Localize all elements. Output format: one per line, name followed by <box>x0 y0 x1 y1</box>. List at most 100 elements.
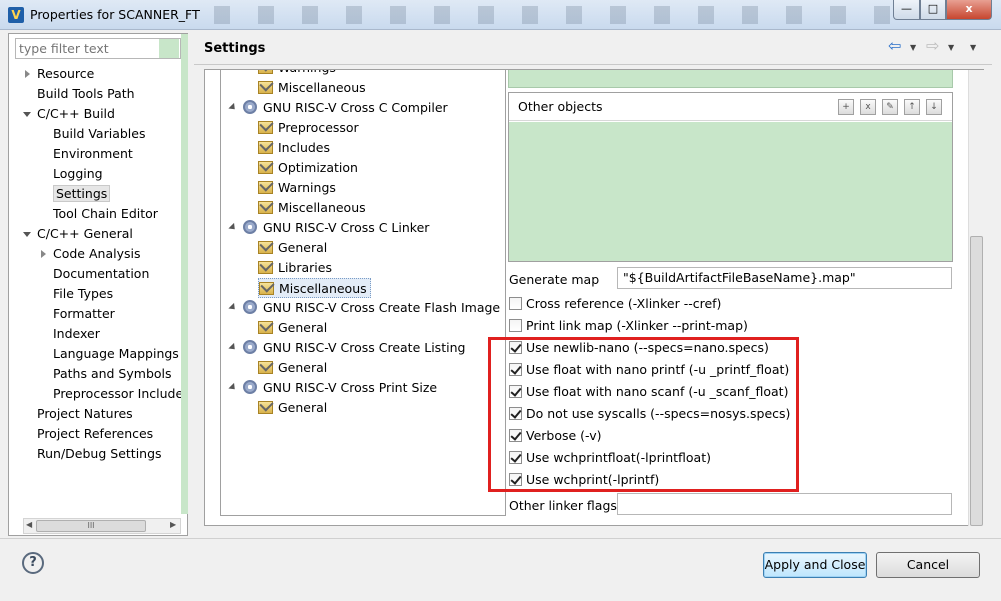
tool-tree-option[interactable]: Miscellaneous <box>258 278 371 298</box>
tool-tree-option[interactable]: General <box>258 238 327 258</box>
tool-tree-option[interactable]: Warnings <box>258 178 336 198</box>
linker-option-checkbox[interactable]: Use wchprint(-lprintf) <box>509 470 659 490</box>
forward-dropdown-icon[interactable]: ▼ <box>948 43 954 52</box>
tool-tree-option[interactable]: Includes <box>258 138 330 158</box>
nav-tree-item[interactable]: Indexer <box>53 324 100 344</box>
expanded-arrow-icon[interactable] <box>228 302 238 313</box>
tool-tree-tool[interactable]: GNU RISC-V Cross C Linker <box>228 218 429 238</box>
tool-tree-tool[interactable]: GNU RISC-V Cross Create Listing <box>228 338 465 358</box>
nav-tree-item[interactable]: Tool Chain Editor <box>53 204 158 224</box>
collapsed-arrow-icon[interactable] <box>41 250 46 258</box>
tree-vertical-scrollbar[interactable] <box>181 34 188 514</box>
move-up-icon[interactable]: ↑ <box>904 99 920 115</box>
nav-tree-item[interactable]: Preprocessor Include <box>53 384 181 404</box>
generate-map-field[interactable]: "${BuildArtifactFileBaseName}.map" <box>617 267 952 289</box>
gear-tool-icon <box>243 100 257 114</box>
checked-checkbox-icon[interactable] <box>509 473 522 486</box>
close-button[interactable]: x <box>946 0 992 20</box>
nav-tree-item[interactable]: Build Tools Path <box>37 84 135 104</box>
nav-tree-item[interactable]: Project Natures <box>37 404 133 424</box>
expanded-arrow-icon[interactable] <box>228 102 238 113</box>
linker-option-checkbox[interactable]: Use float with nano scanf (-u _scanf_flo… <box>509 382 788 402</box>
other-linker-flags-field[interactable] <box>617 493 952 515</box>
tool-tree-tool[interactable]: GNU RISC-V Cross Create Flash Image <box>228 298 500 318</box>
tool-tree-option[interactable]: General <box>258 318 327 338</box>
nav-tree-item[interactable]: Run/Debug Settings <box>37 444 162 464</box>
linker-option-checkbox[interactable]: Use newlib-nano (--specs=nano.specs) <box>509 338 769 358</box>
view-menu-icon[interactable]: ▼ <box>970 43 976 52</box>
maximize-button[interactable]: □ <box>920 0 946 20</box>
scroll-left-icon[interactable]: ◀ <box>26 520 32 529</box>
help-icon[interactable]: ? <box>22 552 44 574</box>
other-objects-list[interactable] <box>509 122 952 261</box>
expanded-arrow-icon[interactable] <box>228 382 238 393</box>
linker-option-checkbox[interactable]: Use wchprintfloat(-lprintfloat) <box>509 448 711 468</box>
checked-checkbox-icon[interactable] <box>509 429 522 442</box>
scroll-thumb[interactable]: III <box>36 520 146 532</box>
linker-option-checkbox[interactable]: Do not use syscalls (--specs=nosys.specs… <box>509 404 790 424</box>
checked-checkbox-icon[interactable] <box>509 407 522 420</box>
nav-tree-item[interactable]: Resource <box>25 64 94 84</box>
linker-option-checkbox[interactable]: Use float with nano printf (-u _printf_f… <box>509 360 789 380</box>
tool-tree-option[interactable]: Warnings <box>258 70 336 78</box>
tool-tree-option[interactable]: Libraries <box>258 258 332 278</box>
expanded-arrow-icon[interactable] <box>228 222 238 233</box>
back-arrow-icon[interactable]: ⇦ <box>888 38 906 55</box>
delete-icon[interactable]: x <box>860 99 876 115</box>
nav-tree-item[interactable]: Environment <box>53 144 133 164</box>
expanded-arrow-icon[interactable] <box>23 112 31 117</box>
tool-tree-option[interactable]: Miscellaneous <box>258 78 366 98</box>
filter-input[interactable] <box>15 38 181 59</box>
edit-icon[interactable]: ✎ <box>882 99 898 115</box>
scroll-right-icon[interactable]: ▶ <box>170 520 176 529</box>
tool-tree-option[interactable]: General <box>258 358 327 378</box>
nav-tree-item[interactable]: Logging <box>53 164 103 184</box>
move-down-icon[interactable]: ↓ <box>926 99 942 115</box>
nav-tree-item[interactable]: Paths and Symbols <box>53 364 172 384</box>
tool-tree-option[interactable]: General <box>258 398 327 418</box>
options-vertical-scrollbar[interactable] <box>968 70 984 526</box>
tree-horizontal-scrollbar[interactable]: ◀ III ▶ <box>23 518 181 534</box>
collapsed-arrow-icon[interactable] <box>25 70 30 78</box>
nav-tree-item-label: Environment <box>53 146 133 161</box>
options-scroll-thumb[interactable] <box>970 236 983 526</box>
nav-tree-item[interactable]: Documentation <box>53 264 149 284</box>
filter-clear-icon[interactable] <box>159 39 179 58</box>
forward-arrow-icon[interactable]: ⇨ <box>926 38 944 55</box>
cancel-button[interactable]: Cancel <box>876 552 980 578</box>
expanded-arrow-icon[interactable] <box>228 342 238 353</box>
nav-tree-item[interactable]: Language Mappings <box>53 344 179 364</box>
nav-tree-item[interactable]: Settings <box>53 184 111 204</box>
nav-tree-item[interactable]: File Types <box>53 284 113 304</box>
nav-tree-item[interactable]: Formatter <box>53 304 115 324</box>
linker-option-checkbox[interactable]: Cross reference (-Xlinker --cref) <box>509 294 721 314</box>
checked-checkbox-icon[interactable] <box>509 341 522 354</box>
nav-tree-item[interactable]: Code Analysis <box>41 244 140 264</box>
unchecked-checkbox-icon[interactable] <box>509 319 522 332</box>
tool-tree-option[interactable]: Preprocessor <box>258 118 359 138</box>
checked-checkbox-icon[interactable] <box>509 385 522 398</box>
back-dropdown-icon[interactable]: ▼ <box>910 43 916 52</box>
checked-checkbox-icon[interactable] <box>509 451 522 464</box>
unchecked-checkbox-icon[interactable] <box>509 297 522 310</box>
other-objects-label: Other objects <box>518 99 603 114</box>
option-category-icon <box>258 81 273 94</box>
nav-tree-item[interactable]: C/C++ Build <box>23 104 115 124</box>
tool-tree-tool[interactable]: GNU RISC-V Cross C Compiler <box>228 98 448 118</box>
add-icon[interactable]: + <box>838 99 854 115</box>
minimize-button[interactable]: — <box>893 0 920 20</box>
checked-checkbox-icon[interactable] <box>509 363 522 376</box>
tool-tree-option[interactable]: Miscellaneous <box>258 198 366 218</box>
nav-tree-item[interactable]: Build Variables <box>53 124 145 144</box>
nav-tree-item-label: Formatter <box>53 306 115 321</box>
option-category-icon <box>258 141 273 154</box>
nav-tree-item[interactable]: C/C++ General <box>23 224 133 244</box>
nav-tree-item[interactable]: Project References <box>37 424 153 444</box>
apply-and-close-button[interactable]: Apply and Close <box>763 552 867 578</box>
tool-tree-option[interactable]: Optimization <box>258 158 358 178</box>
tool-tree-tool[interactable]: GNU RISC-V Cross Print Size <box>228 378 437 398</box>
linker-option-checkbox[interactable]: Verbose (-v) <box>509 426 602 446</box>
expanded-arrow-icon[interactable] <box>23 232 31 237</box>
linker-option-checkbox[interactable]: Print link map (-Xlinker --print-map) <box>509 316 748 336</box>
tool-tree-label: General <box>278 400 328 415</box>
